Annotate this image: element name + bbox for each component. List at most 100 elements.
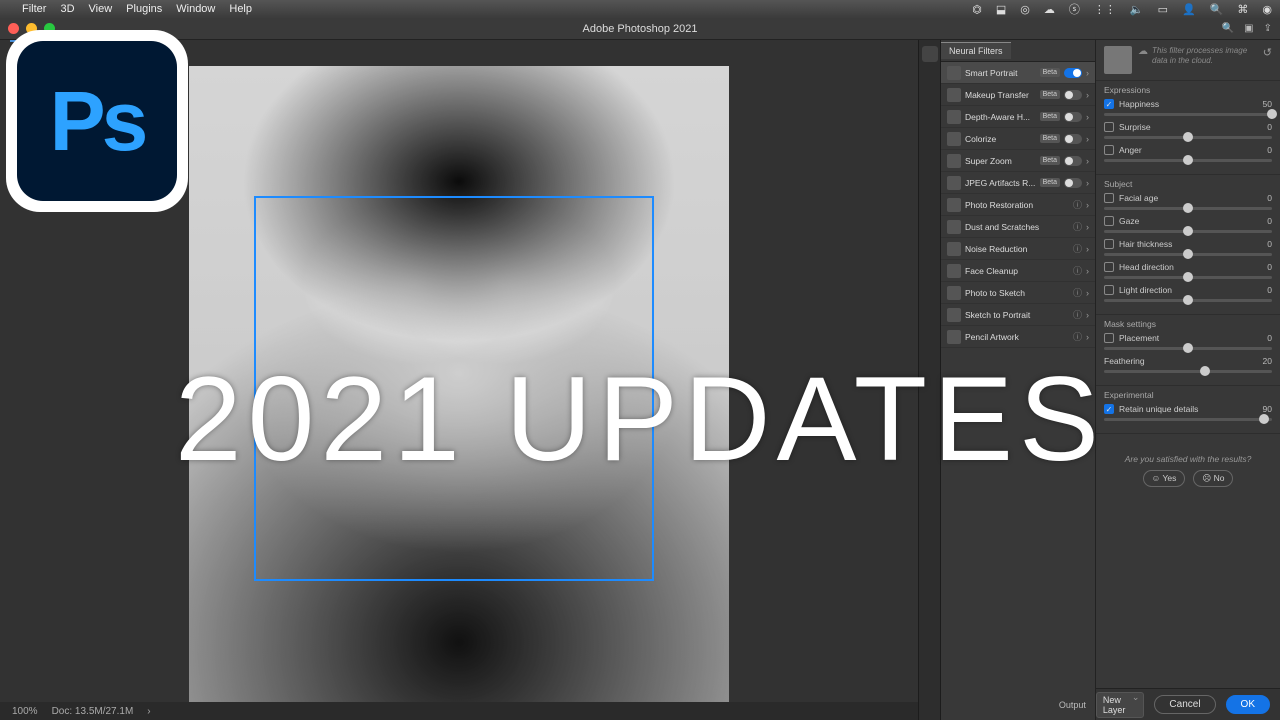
menu-help[interactable]: Help xyxy=(229,3,252,15)
filter-row-photo-restoration[interactable]: Photo Restorationⓘ› xyxy=(941,194,1095,216)
chevron-right-icon[interactable]: › xyxy=(147,706,150,717)
slider-checkbox[interactable] xyxy=(1104,262,1114,272)
filter-row-makeup-transfer[interactable]: Makeup TransferBeta› xyxy=(941,84,1095,106)
slider-knob[interactable] xyxy=(1183,272,1193,282)
info-icon[interactable]: ⓘ xyxy=(1073,220,1082,233)
slider-knob[interactable] xyxy=(1183,132,1193,142)
chevron-right-icon[interactable]: › xyxy=(1086,134,1089,144)
slider-knob[interactable] xyxy=(1183,249,1193,259)
menu-filter[interactable]: Filter xyxy=(22,3,46,15)
slider-checkbox[interactable]: ✓ xyxy=(1104,99,1114,109)
status-s-icon[interactable]: ⓢ xyxy=(1069,1,1080,17)
status-search-icon[interactable]: 🔍 xyxy=(1210,3,1224,16)
ps-logo-text: Ps xyxy=(50,73,145,170)
filter-row-face-cleanup[interactable]: Face Cleanupⓘ› xyxy=(941,260,1095,282)
filter-row-smart-portrait[interactable]: Smart PortraitBeta› xyxy=(941,62,1095,84)
slider-track[interactable] xyxy=(1104,299,1272,302)
beta-badge: Beta xyxy=(1040,112,1060,121)
chevron-right-icon[interactable]: › xyxy=(1086,68,1089,78)
slider-track[interactable] xyxy=(1104,207,1272,210)
status-cc-icon[interactable]: ◎ xyxy=(1020,3,1030,16)
slider-checkbox[interactable] xyxy=(1104,333,1114,343)
menu-plugins[interactable]: Plugins xyxy=(126,3,162,15)
slider-track[interactable] xyxy=(1104,136,1272,139)
chevron-right-icon[interactable]: › xyxy=(1086,222,1089,232)
filter-toggle[interactable] xyxy=(1064,134,1082,144)
face-thumbnail[interactable] xyxy=(1104,46,1132,74)
chevron-right-icon[interactable]: › xyxy=(1086,332,1089,342)
output-select[interactable]: New Layer xyxy=(1096,692,1145,718)
neural-filters-tab[interactable]: Neural Filters xyxy=(941,42,1011,59)
status-dropbox-icon[interactable]: ⬓ xyxy=(996,3,1006,16)
status-control-icon[interactable]: ⌘ xyxy=(1237,3,1248,16)
slider-track[interactable] xyxy=(1104,159,1272,162)
filter-row-dust-and-scratches[interactable]: Dust and Scratchesⓘ› xyxy=(941,216,1095,238)
info-icon[interactable]: ⓘ xyxy=(1073,308,1082,321)
menu-view[interactable]: View xyxy=(89,3,113,15)
chevron-right-icon[interactable]: › xyxy=(1086,244,1089,254)
slider-track[interactable] xyxy=(1104,253,1272,256)
slider-checkbox[interactable] xyxy=(1104,193,1114,203)
slider-track[interactable] xyxy=(1104,276,1272,279)
filter-row-photo-to-sketch[interactable]: Photo to Sketchⓘ› xyxy=(941,282,1095,304)
filter-row-sketch-to-portrait[interactable]: Sketch to Portraitⓘ› xyxy=(941,304,1095,326)
chevron-right-icon[interactable]: › xyxy=(1086,112,1089,122)
share-icon[interactable]: ⇪ xyxy=(1264,23,1272,34)
slider-label-text: Head direction xyxy=(1119,262,1174,272)
slider-track[interactable] xyxy=(1104,113,1272,116)
search-icon[interactable]: 🔍 xyxy=(1222,23,1234,34)
filter-row-jpeg-artifacts-r[interactable]: JPEG Artifacts R...Beta› xyxy=(941,172,1095,194)
filter-row-super-zoom[interactable]: Super ZoomBeta› xyxy=(941,150,1095,172)
expand-panel-icon[interactable] xyxy=(922,46,938,62)
status-wifi-icon[interactable]: ⋮⋮ xyxy=(1094,3,1116,16)
info-icon[interactable]: ⓘ xyxy=(1073,330,1082,343)
filter-row-depth-aware-h[interactable]: Depth-Aware H...Beta› xyxy=(941,106,1095,128)
info-icon[interactable]: ⓘ xyxy=(1073,264,1082,277)
info-icon[interactable]: ⓘ xyxy=(1073,242,1082,255)
status-user-icon[interactable]: 👤 xyxy=(1182,3,1196,16)
filter-row-noise-reduction[interactable]: Noise Reductionⓘ› xyxy=(941,238,1095,260)
slider-checkbox[interactable] xyxy=(1104,239,1114,249)
status-siri-icon[interactable]: ◉ xyxy=(1262,3,1272,16)
zoom-level[interactable]: 100% xyxy=(12,706,38,717)
reset-icon[interactable]: ↺ xyxy=(1263,46,1272,59)
slider-knob[interactable] xyxy=(1183,295,1193,305)
chevron-right-icon[interactable]: › xyxy=(1086,288,1089,298)
chevron-right-icon[interactable]: › xyxy=(1086,156,1089,166)
menu-3d[interactable]: 3D xyxy=(60,3,74,15)
slider-track[interactable] xyxy=(1104,230,1272,233)
chevron-right-icon[interactable]: › xyxy=(1086,310,1089,320)
slider-checkbox[interactable] xyxy=(1104,122,1114,132)
slider-knob[interactable] xyxy=(1183,155,1193,165)
workspace-icon[interactable]: ▣ xyxy=(1244,23,1253,34)
chevron-right-icon[interactable]: › xyxy=(1086,178,1089,188)
filter-row-colorize[interactable]: ColorizeBeta› xyxy=(941,128,1095,150)
slider-checkbox[interactable] xyxy=(1104,285,1114,295)
slider-knob[interactable] xyxy=(1267,109,1277,119)
chevron-right-icon[interactable]: › xyxy=(1086,200,1089,210)
slider-label-text: Surprise xyxy=(1119,122,1151,132)
filter-toggle[interactable] xyxy=(1064,90,1082,100)
filter-toggle[interactable] xyxy=(1064,68,1082,78)
slider-knob[interactable] xyxy=(1183,203,1193,213)
filter-toggle[interactable] xyxy=(1064,156,1082,166)
status-cloud-icon[interactable]: ☁ xyxy=(1044,3,1055,16)
status-sound-icon[interactable]: 🔈 xyxy=(1130,3,1144,16)
filter-name: Makeup Transfer xyxy=(965,90,1036,100)
status-battery-icon[interactable]: ▭ xyxy=(1158,3,1168,16)
chevron-right-icon[interactable]: › xyxy=(1086,90,1089,100)
cancel-button[interactable]: Cancel xyxy=(1154,695,1215,714)
slider-checkbox[interactable] xyxy=(1104,216,1114,226)
filter-row-pencil-artwork[interactable]: Pencil Artworkⓘ› xyxy=(941,326,1095,348)
filter-toggle[interactable] xyxy=(1064,178,1082,188)
menu-window[interactable]: Window xyxy=(176,3,215,15)
status-tv-icon[interactable]: ⏣ xyxy=(972,3,982,16)
chevron-right-icon[interactable]: › xyxy=(1086,266,1089,276)
info-icon[interactable]: ⓘ xyxy=(1073,286,1082,299)
ok-button[interactable]: OK xyxy=(1226,695,1270,714)
filter-toggle[interactable] xyxy=(1064,112,1082,122)
close-window-icon[interactable] xyxy=(8,23,19,34)
info-icon[interactable]: ⓘ xyxy=(1073,198,1082,211)
slider-knob[interactable] xyxy=(1183,226,1193,236)
slider-checkbox[interactable] xyxy=(1104,145,1114,155)
